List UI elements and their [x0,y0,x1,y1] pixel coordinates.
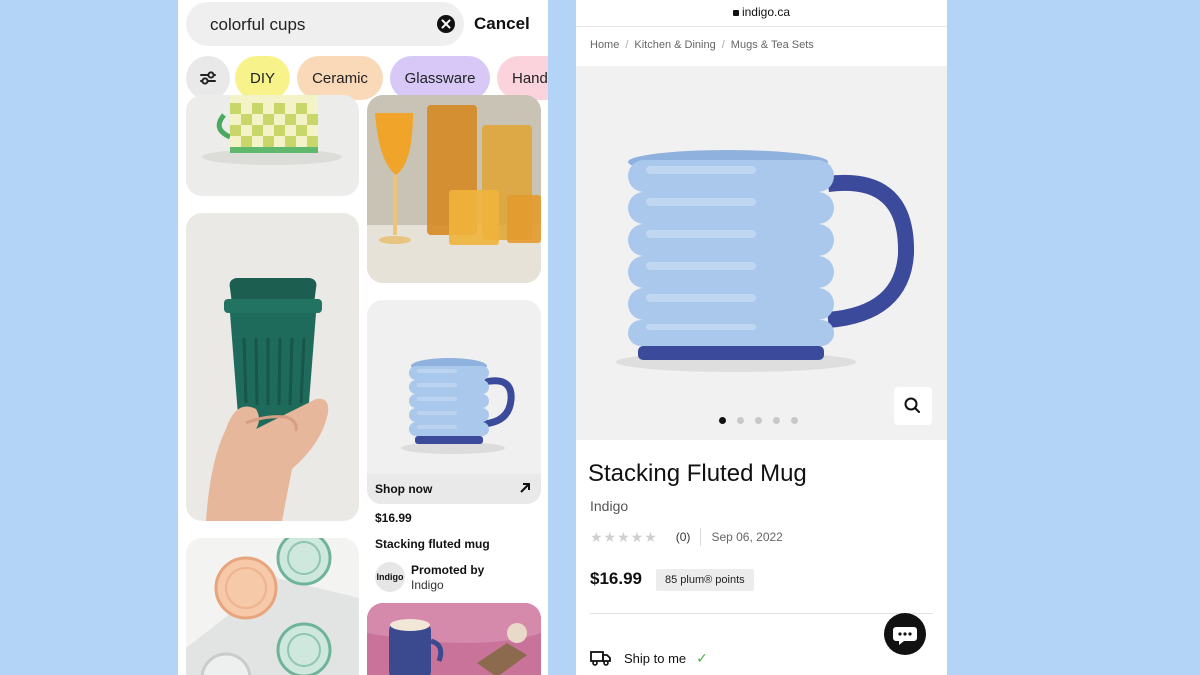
external-arrow-icon [520,483,530,493]
product-brand[interactable]: Indigo [590,498,628,514]
promoted-by-label: Promoted by [411,563,485,577]
product-title: Stacking Fluted Mug [588,460,807,487]
product-page-screen: indigo.ca Home / Kitchen & Dining / Mugs & T… [576,0,947,675]
search-input[interactable]: colorful cups [186,2,464,46]
advertiser-name[interactable]: Indigo [411,578,444,592]
breadcrumb-separator: / [721,39,725,51]
shop-now-bar[interactable]: Shop now [367,474,541,504]
product-price: $16.99 [590,569,642,588]
pin-title[interactable]: Stacking fluted mug [375,537,490,551]
rating-divider [700,528,702,546]
search-query-text: colorful cups [210,15,306,34]
pin-colored-glasses[interactable] [186,538,359,675]
ship-to-me-label: Ship to me [624,650,687,666]
pin-price: $16.99 [375,511,412,525]
truck-icon [590,651,611,666]
cancel-button[interactable]: Cancel [474,14,530,34]
breadcrumb: Home / Kitchen & Dining / Mugs & Tea Sets [590,39,814,51]
chip-handmade[interactable]: Hand [497,56,548,100]
pin-amber-glassware[interactable] [367,95,541,283]
search-bar-row: colorful cups Cancel [178,0,548,50]
breadcrumb-separator: / [625,39,629,51]
check-icon: ✓ [696,649,708,666]
chip-diy[interactable]: DIY [235,56,290,100]
release-date: Sep 06, 2022 [711,530,783,544]
url-divider [576,26,947,27]
shop-now-label: Shop now [375,482,433,496]
pin-green-travel-cup[interactable] [186,213,359,521]
browser-url-bar[interactable]: indigo.ca [576,0,947,26]
review-count[interactable]: (0) [676,530,691,544]
plum-points-badge: 85 plum® points [656,569,754,591]
pin-picnic-mug[interactable] [367,603,541,675]
carousel-dot[interactable] [737,417,744,424]
zoom-search-icon[interactable] [894,387,932,425]
ship-to-me-option[interactable]: Ship to me ✓ [590,648,708,668]
rating-row: ★★★★★ (0) Sep 06, 2022 [590,527,783,547]
chip-ceramic[interactable]: Ceramic [297,56,383,100]
chat-bubble-icon[interactable] [884,613,926,655]
carousel-dot[interactable] [791,417,798,424]
pin-checkered-mug[interactable] [186,95,359,196]
product-image[interactable] [576,66,947,440]
carousel-dot[interactable] [773,417,780,424]
url-text: indigo.ca [741,5,791,19]
breadcrumb-home[interactable]: Home [590,39,619,51]
carousel-dot[interactable] [719,417,726,424]
advertiser-avatar[interactable]: Indigo [375,562,405,592]
chip-glassware[interactable]: Glassware [390,56,490,100]
filter-settings-icon[interactable] [186,56,230,100]
breadcrumb-kitchen[interactable]: Kitchen & Dining [634,39,715,51]
carousel-dot[interactable] [755,417,762,424]
section-divider [590,613,933,614]
image-carousel-dots [719,417,798,425]
breadcrumb-mugs[interactable]: Mugs & Tea Sets [731,39,814,51]
clear-search-icon[interactable] [437,15,455,33]
lock-icon [732,10,739,16]
search-results-screen: colorful cups Cancel DIY Ceramic Glasswa… [178,0,548,675]
star-rating-icon[interactable]: ★★★★★ [590,529,658,546]
